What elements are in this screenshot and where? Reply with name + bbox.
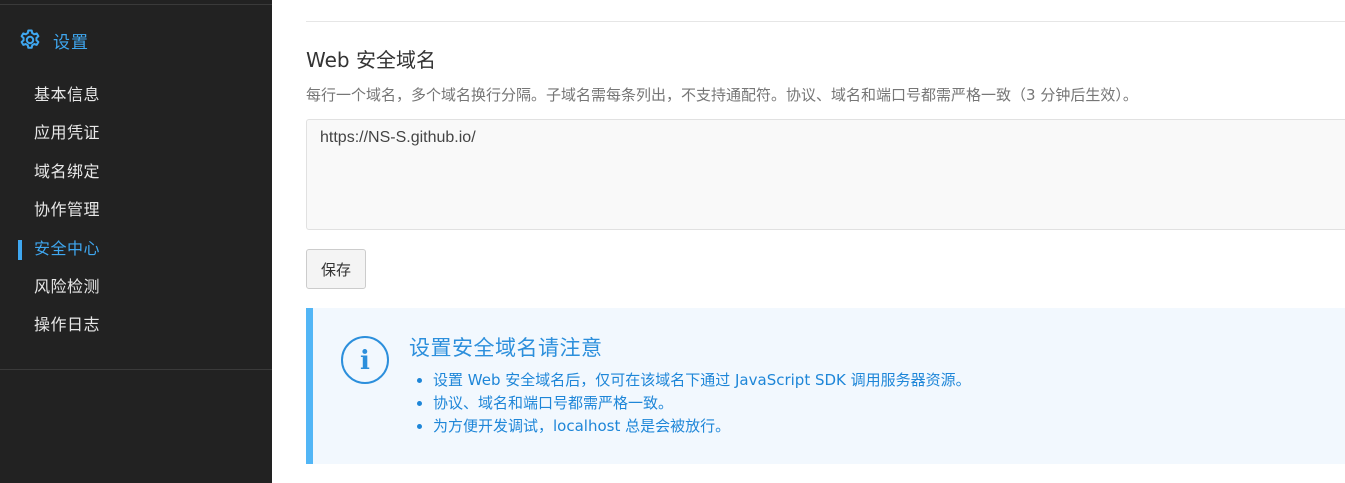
sidebar-item-domain-binding[interactable]: 域名绑定: [0, 153, 272, 191]
sidebar: 设置 基本信息 应用凭证 域名绑定 协作管理 安全中心 风险检测 操作日志: [0, 0, 272, 483]
sidebar-divider-bottom: [0, 369, 272, 370]
sidebar-nav: 基本信息 应用凭证 域名绑定 协作管理 安全中心 风险检测 操作日志: [0, 76, 272, 345]
notice-box: i 设置安全域名请注意 设置 Web 安全域名后，仅可在该域名下通过 JavaS…: [306, 308, 1345, 464]
notice-item: 为方便开发调试，localhost 总是会被放行。: [415, 415, 971, 438]
main-content: Web 安全域名 每行一个域名，多个域名换行分隔。子域名需每条列出，不支持通配符…: [306, 0, 1345, 483]
sidebar-divider-top: [0, 4, 272, 5]
page-title: Web 安全域名: [306, 48, 436, 72]
notice-title: 设置安全域名请注意: [409, 336, 603, 360]
save-button[interactable]: 保存: [306, 249, 366, 289]
sidebar-item-security-center[interactable]: 安全中心: [0, 230, 272, 268]
notice-list: 设置 Web 安全域名后，仅可在该域名下通过 JavaScript SDK 调用…: [415, 369, 971, 438]
sidebar-item-collaboration[interactable]: 协作管理: [0, 191, 272, 229]
domains-textarea[interactable]: https://NS-S.github.io/: [306, 119, 1345, 230]
sidebar-item-app-credentials[interactable]: 应用凭证: [0, 114, 272, 152]
sidebar-section-title: 设置: [53, 32, 89, 53]
sidebar-item-risk-detection[interactable]: 风险检测: [0, 268, 272, 306]
notice-item: 协议、域名和端口号都需严格一致。: [415, 392, 971, 415]
sidebar-item-basic-info[interactable]: 基本信息: [0, 76, 272, 114]
gear-icon: [18, 28, 42, 52]
section-divider: [306, 21, 1345, 22]
info-icon: i: [340, 335, 390, 385]
svg-text:i: i: [360, 346, 370, 376]
app-root: 设置 基本信息 应用凭证 域名绑定 协作管理 安全中心 风险检测 操作日志 We…: [0, 0, 1345, 483]
domain-description: 每行一个域名，多个域名换行分隔。子域名需每条列出，不支持通配符。协议、域名和端口…: [306, 86, 1138, 104]
notice-accent-bar: [306, 308, 313, 464]
sidebar-item-operation-log[interactable]: 操作日志: [0, 306, 272, 344]
notice-item: 设置 Web 安全域名后，仅可在该域名下通过 JavaScript SDK 调用…: [415, 369, 971, 392]
sidebar-section-settings[interactable]: 设置: [18, 28, 89, 53]
